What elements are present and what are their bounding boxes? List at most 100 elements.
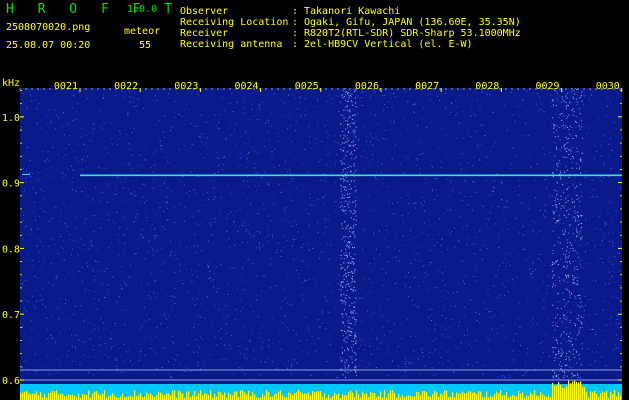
noise-pixel (605, 233, 606, 235)
noise-pixel (612, 121, 614, 123)
noise-pixel (251, 330, 253, 332)
noise-pixel (238, 226, 240, 228)
noise-pixel (376, 208, 378, 210)
noise-pixel (354, 252, 356, 254)
noise-pixel (68, 123, 70, 125)
interference-pixel (348, 207, 350, 209)
noise-pixel (347, 336, 349, 338)
interference-pixel (352, 213, 354, 215)
noise-pixel (468, 241, 470, 243)
interference-pixel (343, 236, 345, 238)
noise-pixel (431, 238, 433, 240)
noise-pixel (533, 334, 535, 336)
interference-pixel (552, 252, 554, 254)
noise-pixel (281, 348, 282, 350)
noise-pixel (570, 351, 572, 353)
noise-pixel (230, 204, 232, 206)
noise-pixel (500, 194, 502, 196)
noise-pixel (36, 245, 38, 247)
noise-pixel (142, 183, 144, 185)
noise-pixel (93, 374, 95, 376)
noise-pixel (579, 377, 581, 378)
noise-pixel (479, 138, 481, 140)
noise-pixel (439, 138, 441, 140)
interference-pixel (350, 282, 352, 284)
noise-pixel (267, 230, 269, 232)
noise-pixel (65, 175, 67, 177)
noise-pixel (119, 190, 121, 192)
interference-pixel (342, 227, 344, 229)
noise-pixel (518, 302, 520, 304)
interference-pixel (347, 205, 349, 207)
interference-pixel (565, 166, 567, 168)
interference-pixel (350, 331, 352, 333)
noise-pixel (288, 137, 290, 138)
noise-pixel (348, 332, 350, 334)
interference-pixel (561, 147, 563, 149)
interference-pixel (345, 212, 347, 214)
interference-pixel (566, 150, 568, 152)
noise-pixel (252, 197, 254, 199)
noise-pixel (126, 228, 128, 230)
noise-pixel (248, 339, 250, 341)
noise-pixel (501, 325, 503, 326)
noise-pixel (464, 196, 466, 198)
noise-pixel (31, 100, 33, 102)
interference-pixel (355, 219, 357, 221)
interference-pixel (552, 325, 554, 327)
noise-pixel (449, 209, 451, 211)
y-axis-unit: kHz (2, 78, 20, 89)
interference-pixel (576, 351, 578, 353)
noise-pixel (239, 273, 241, 275)
noise-pixel (535, 269, 536, 271)
noise-pixel (423, 242, 425, 244)
noise-pixel (244, 356, 246, 358)
noise-pixel (93, 214, 95, 216)
noise-pixel (176, 208, 178, 210)
noise-pixel (220, 338, 222, 340)
noise-pixel (574, 240, 576, 242)
noise-pixel (209, 96, 211, 97)
noise-pixel (173, 342, 175, 344)
noise-pixel (497, 376, 499, 378)
interference-pixel (351, 362, 353, 364)
interference-pixel (566, 261, 568, 263)
noise-pixel (405, 147, 407, 149)
noise-pixel (555, 92, 557, 94)
noise-pixel (136, 209, 138, 211)
noise-pixel (81, 169, 83, 171)
power-bar (24, 391, 26, 400)
interference-pixel (341, 351, 343, 353)
noise-pixel (389, 93, 390, 95)
noise-pixel (567, 228, 569, 230)
interference-pixel (353, 286, 355, 288)
noise-pixel (357, 197, 359, 199)
noise-pixel (117, 234, 119, 236)
noise-pixel (317, 100, 319, 102)
noise-pixel (580, 266, 582, 268)
interference-pixel (565, 356, 567, 358)
noise-pixel (109, 162, 111, 164)
noise-pixel (368, 266, 370, 268)
noise-pixel (77, 373, 79, 375)
noise-pixel (188, 291, 190, 293)
noise-pixel (154, 192, 156, 194)
interference-pixel (354, 301, 356, 303)
noise-pixel (357, 96, 359, 98)
noise-pixel (201, 299, 203, 301)
noise-pixel (421, 212, 423, 214)
interference-pixel (579, 231, 581, 233)
noise-pixel (101, 283, 103, 285)
noise-pixel (553, 303, 555, 305)
power-bar (358, 394, 360, 400)
noise-pixel (21, 276, 23, 278)
noise-pixel (47, 338, 49, 340)
noise-pixel (76, 111, 78, 113)
interference-pixel (353, 209, 355, 211)
noise-pixel (257, 185, 259, 187)
interference-pixel (577, 151, 578, 153)
power-bar (616, 396, 618, 400)
noise-pixel (379, 92, 381, 93)
noise-pixel (291, 178, 292, 179)
noise-pixel (35, 352, 37, 354)
